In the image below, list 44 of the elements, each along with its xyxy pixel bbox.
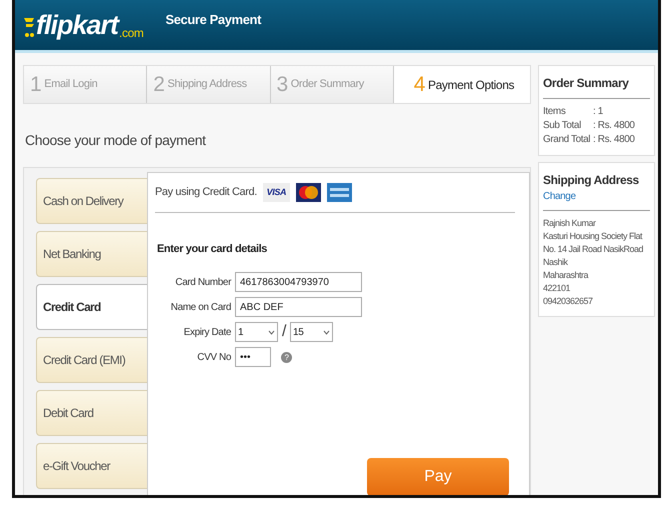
logo-suffix: .com <box>119 26 144 38</box>
summary-label: Sub Total <box>543 119 582 133</box>
address-line: 09420362657 <box>543 295 594 308</box>
caret-icon <box>323 330 330 334</box>
caret-icon <box>268 330 275 334</box>
help-icon[interactable]: ? <box>281 352 292 362</box>
address-line: Maharashtra <box>543 269 590 282</box>
header-title: Secure Payment <box>165 11 262 30</box>
summary-label: Grand Total <box>543 133 592 147</box>
field-label: Card Number <box>174 276 231 290</box>
form-title: Enter your card details <box>157 242 268 257</box>
payment-mode-tab[interactable]: e-Gift Voucher <box>36 443 147 489</box>
input-field[interactable]: ••• <box>235 347 271 367</box>
payment-mode-tab[interactable]: Debit Card <box>36 390 147 436</box>
select-field[interactable]: 15 <box>290 322 334 342</box>
change-link[interactable]: Change <box>543 191 576 202</box>
summary-value: : Rs. 4800 <box>593 119 635 133</box>
address-line: 422101 <box>543 282 572 295</box>
visa-logo: VISA <box>262 183 290 202</box>
field-label: Expiry Date <box>182 326 231 340</box>
payment-mode-tab[interactable]: Cash on Delivery <box>36 178 147 224</box>
logo-text[interactable]: flipkart <box>36 12 118 38</box>
input-field[interactable]: 4617863004793970 <box>235 272 362 292</box>
address-line: Kasturi Housing Society Flat <box>543 230 644 243</box>
address-line: Nashik <box>543 256 569 269</box>
card-brand-icon <box>326 183 352 202</box>
card-brand-icon <box>296 183 321 202</box>
section-heading: Choose your mode of payment <box>25 131 207 150</box>
field-label: Name on Card <box>170 300 231 314</box>
summary-value: : Rs. 4800 <box>593 133 635 147</box>
address-line: Rajnish Kumar <box>543 217 597 230</box>
separator-text: / <box>282 322 286 342</box>
input-field[interactable]: ABC DEF <box>235 297 362 317</box>
payment-mode-tab[interactable]: Credit Card <box>36 284 147 330</box>
payment-mode-tab[interactable]: Net Banking <box>36 231 147 277</box>
select-field[interactable]: 1 <box>235 322 278 342</box>
summary-value: : 1 <box>593 105 603 119</box>
card-title: Order Summary <box>543 75 630 92</box>
payment-mode-tab[interactable]: Credit Card (EMI) <box>36 337 147 383</box>
summary-label: Items <box>543 105 566 119</box>
card-title: Shipping Address <box>543 172 640 189</box>
intro-text: Pay using Credit Card. <box>155 185 257 200</box>
field-label: CVV No <box>196 350 231 364</box>
address-line: No. 14 Jail Road NasikRoad <box>543 243 644 256</box>
